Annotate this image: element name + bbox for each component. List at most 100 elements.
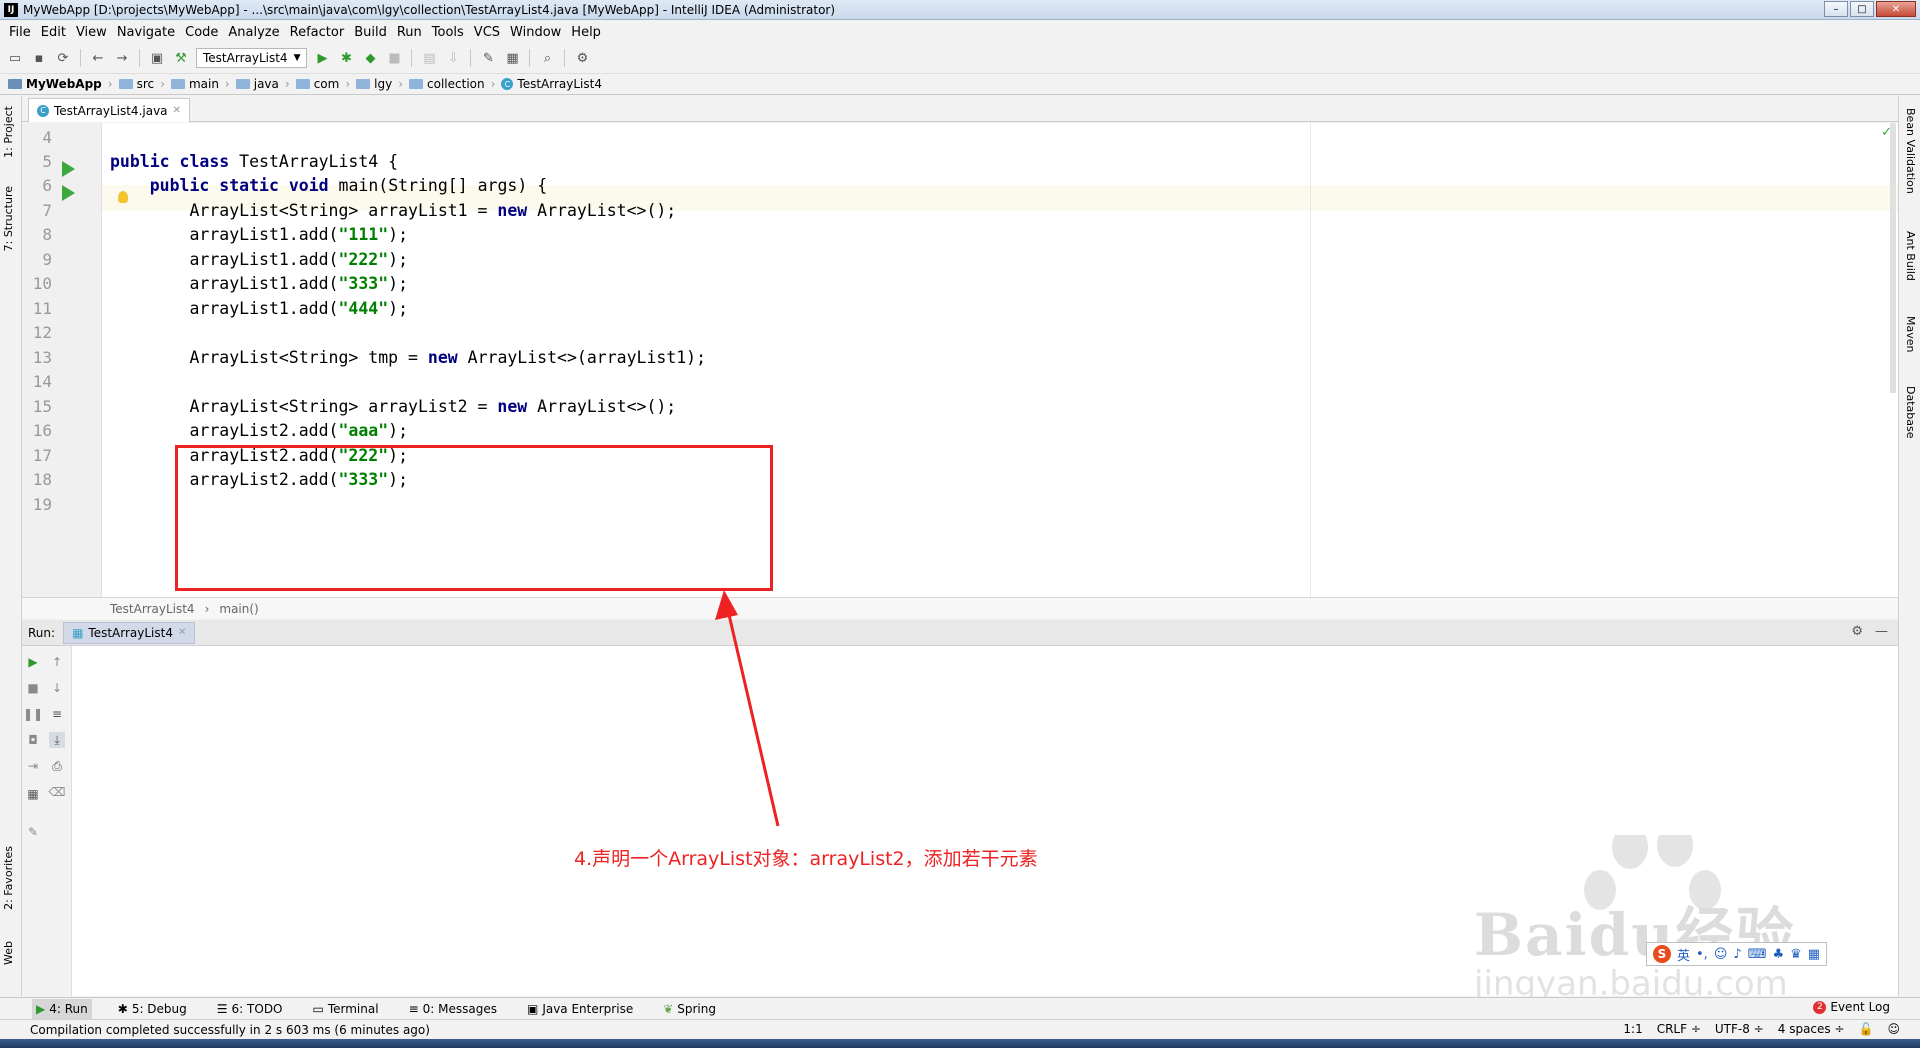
tool-tab-favorites[interactable]: 2: Favorites [2, 846, 15, 910]
toolbox-icon[interactable]: ♣ [1772, 947, 1784, 962]
run-with-coverage-icon[interactable]: ◆ [361, 49, 379, 67]
run-tab-testarraylist4[interactable]: ▦ TestArrayList4 ✕ [63, 621, 196, 644]
tool-tab-maven[interactable]: Maven [1904, 316, 1917, 352]
keyboard-icon[interactable]: ⌨ [1748, 947, 1767, 962]
tool-tab-project[interactable]: 1: Project [2, 106, 15, 158]
breadcrumb-class[interactable]: C TestArrayList4 [501, 77, 608, 91]
close-tab-icon[interactable]: ✕ [173, 105, 181, 116]
tool-tab-run[interactable]: ▶ 4: Run [32, 998, 92, 1019]
run-configuration-select[interactable]: TestArrayList4 ▼ [196, 48, 308, 68]
tool-tab-messages[interactable]: ≡ 0: Messages [405, 999, 501, 1019]
up-arrow-icon[interactable]: ↑ [49, 654, 65, 670]
breadcrumb-com[interactable]: com [295, 77, 346, 91]
stop-icon[interactable]: ■ [385, 49, 403, 67]
vcs-commit-icon[interactable]: ⇩ [444, 49, 462, 67]
line-separator[interactable]: CRLF ÷ [1657, 1022, 1701, 1036]
menu-help[interactable]: Help [566, 25, 606, 40]
breadcrumb-lgy[interactable]: lgy [356, 77, 398, 91]
menu-view[interactable]: View [71, 25, 112, 40]
pin-icon[interactable]: ✎ [25, 824, 41, 840]
menu-analyze[interactable]: Analyze [223, 25, 284, 40]
caret-position[interactable]: 1:1 [1623, 1022, 1642, 1036]
stop-icon[interactable]: ■ [25, 680, 41, 696]
event-log-button[interactable]: 2 Event Log [1813, 1000, 1890, 1014]
sdk-manager-icon[interactable]: ⚙ [573, 49, 591, 67]
file-encoding[interactable]: UTF-8 ÷ [1715, 1022, 1764, 1036]
scroll-to-end-icon[interactable]: ⤓ [49, 732, 65, 748]
tool-tab-database[interactable]: Database [1904, 386, 1917, 439]
editor-tab-testarraylist4[interactable]: C TestArrayList4.java ✕ [28, 98, 190, 122]
down-arrow-icon[interactable]: ↓ [49, 680, 65, 696]
build-project-icon[interactable]: ▣ [148, 49, 166, 67]
close-window-button[interactable]: ✕ [1876, 1, 1916, 17]
run-class-gutter-icon[interactable] [62, 161, 75, 177]
folder-icon [356, 79, 371, 89]
menu-run[interactable]: Run [392, 25, 427, 40]
trash-icon[interactable]: ⌫ [49, 784, 66, 800]
breadcrumb-main[interactable]: main [170, 77, 225, 91]
gear-icon[interactable]: ⚙ [1851, 624, 1863, 639]
wrench-settings-icon[interactable]: ✎ [479, 49, 497, 67]
tool-tab-bean-validation[interactable]: Bean Validation [1904, 108, 1917, 194]
rerun-icon[interactable]: ▶ [25, 654, 41, 670]
camera-icon[interactable]: ◘ [25, 732, 41, 748]
breadcrumb-src[interactable]: src [118, 77, 161, 91]
debug-icon[interactable]: ✱ [337, 49, 355, 67]
code-crumb-method[interactable]: main() [219, 602, 258, 616]
hector-icon[interactable]: ☺ [1887, 1022, 1900, 1036]
ime-toolbar[interactable]: S 英 •, ☺ ♪ ⌨ ♣ ♛ ▦ [1646, 942, 1828, 966]
tool-tab-todo[interactable]: ☰ 6: TODO [213, 999, 287, 1019]
menu-window[interactable]: Window [505, 25, 566, 40]
back-arrow-icon[interactable]: ← [89, 49, 107, 67]
breadcrumb-project[interactable]: MyWebApp [8, 77, 108, 91]
menu-tools[interactable]: Tools [427, 25, 469, 40]
close-tab-icon[interactable]: ✕ [178, 627, 186, 638]
minimize-button[interactable]: – [1824, 1, 1848, 17]
menu-vcs[interactable]: VCS [469, 25, 505, 40]
menu-edit[interactable]: Edit [36, 25, 71, 40]
run-main-gutter-icon[interactable] [62, 185, 75, 201]
vcs-update-icon[interactable]: ▤ [420, 49, 438, 67]
breadcrumb-java[interactable]: java [235, 77, 285, 91]
soft-wrap-icon[interactable]: ≡ [49, 706, 65, 722]
layout-icon[interactable]: ▦ [25, 786, 41, 802]
run-icon[interactable]: ▶ [313, 49, 331, 67]
menu-navigate[interactable]: Navigate [112, 25, 180, 40]
lock-icon[interactable]: 🔓 [1859, 1022, 1874, 1036]
save-all-icon[interactable]: ▪ [30, 49, 48, 67]
print-icon[interactable]: ⎙ [49, 758, 65, 774]
indent-setting[interactable]: 4 spaces ÷ [1778, 1022, 1845, 1036]
maximize-button[interactable]: □ [1850, 1, 1874, 17]
skin-icon[interactable]: ♛ [1790, 947, 1802, 962]
project-structure-icon[interactable]: ▦ [503, 49, 521, 67]
menu-build[interactable]: Build [349, 25, 392, 40]
synchronize-icon[interactable]: ⟳ [54, 49, 72, 67]
tool-tab-terminal[interactable]: ▭ Terminal [309, 999, 383, 1019]
menu-code[interactable]: Code [180, 25, 223, 40]
tool-tab-java-enterprise[interactable]: ▣ Java Enterprise [523, 999, 637, 1019]
hammer-icon[interactable]: ⚒ [172, 49, 190, 67]
ime-mode[interactable]: 英 [1677, 945, 1690, 964]
emoji-icon[interactable]: ☺ [1714, 947, 1728, 962]
forward-arrow-icon[interactable]: → [113, 49, 131, 67]
tool-tab-spring[interactable]: ❦ Spring [659, 999, 720, 1019]
tool-tab-ant-build[interactable]: Ant Build [1904, 231, 1917, 281]
navigation-breadcrumb: MyWebApp › src › main › java › com › lgy › col… [0, 73, 1920, 95]
grid-icon[interactable]: ▦ [1808, 947, 1820, 962]
editor-scrollbar[interactable] [1890, 123, 1896, 393]
tool-tab-structure[interactable]: 7: Structure [2, 186, 15, 251]
breadcrumb-collection[interactable]: collection [409, 77, 491, 91]
search-icon[interactable]: ⌕ [538, 49, 556, 67]
pause-icon[interactable]: ❚❚ [23, 706, 43, 722]
menu-refactor[interactable]: Refactor [285, 25, 350, 40]
microphone-icon[interactable]: ♪ [1733, 947, 1741, 962]
menu-file[interactable]: File [4, 25, 36, 40]
code-editor[interactable]: ✓ 4 5 6 7 8 9 10 11 12 13 14 15 16 17 18… [22, 123, 1898, 597]
tool-tab-web[interactable]: Web [2, 941, 15, 965]
tool-tab-debug[interactable]: ✱ 5: Debug [114, 999, 191, 1019]
open-folder-icon[interactable]: ▭ [6, 49, 24, 67]
login-icon[interactable]: ⇥ [25, 758, 41, 774]
punctuation-icon[interactable]: •, [1696, 947, 1708, 962]
hide-panel-icon[interactable]: — [1875, 624, 1888, 639]
code-crumb-class[interactable]: TestArrayList4 [110, 602, 195, 616]
